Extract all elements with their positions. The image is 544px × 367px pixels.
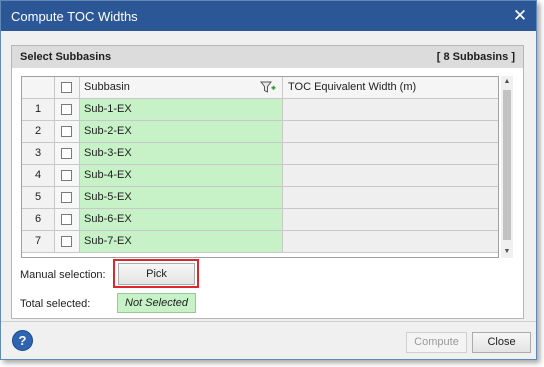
- scrollbar-thumb[interactable]: [503, 90, 511, 240]
- table-row[interactable]: 1 Sub-1-EX: [22, 99, 498, 121]
- row-number: 2: [22, 121, 55, 143]
- row-checkbox-cell: [55, 121, 80, 143]
- compute-button[interactable]: Compute: [406, 332, 467, 353]
- row-number: 6: [22, 209, 55, 231]
- dialog-window: Compute TOC Widths ✕ Select Subbasins [ …: [0, 0, 537, 360]
- subbasin-count: [ 8 Subbasins ]: [436, 51, 515, 63]
- pick-button[interactable]: Pick: [118, 263, 195, 285]
- row-number-header: [22, 77, 55, 99]
- row-checkbox-cell: [55, 143, 80, 165]
- subbasin-name[interactable]: Sub-1-EX: [80, 99, 283, 121]
- footer-divider: [1, 321, 536, 322]
- toc-width-value[interactable]: [283, 121, 498, 143]
- manual-selection-label: Manual selection:: [20, 269, 106, 281]
- table-row[interactable]: 2 Sub-2-EX: [22, 121, 498, 143]
- row-checkbox-cell: [55, 187, 80, 209]
- panel-title: Select Subbasins: [20, 51, 112, 63]
- table-row[interactable]: 3 Sub-3-EX: [22, 143, 498, 165]
- toc-width-value[interactable]: [283, 165, 498, 187]
- row-checkbox-cell: [55, 231, 80, 253]
- grid-scrollbar[interactable]: ▲ ▼: [501, 76, 513, 258]
- subbasin-name[interactable]: Sub-4-EX: [80, 165, 283, 187]
- close-button[interactable]: Close: [472, 332, 531, 353]
- toc-width-value[interactable]: [283, 187, 498, 209]
- row-checkbox[interactable]: [61, 104, 72, 115]
- select-all-cell: [55, 77, 80, 99]
- scroll-up-arrow-icon[interactable]: ▲: [501, 76, 513, 88]
- row-checkbox[interactable]: [61, 236, 72, 247]
- help-icon[interactable]: ?: [12, 330, 33, 351]
- subbasin-name[interactable]: Sub-6-EX: [80, 209, 283, 231]
- row-checkbox[interactable]: [61, 126, 72, 137]
- table-row[interactable]: 5 Sub-5-EX: [22, 187, 498, 209]
- row-checkbox[interactable]: [61, 170, 72, 181]
- toc-width-value[interactable]: [283, 99, 498, 121]
- table-row[interactable]: 6 Sub-6-EX: [22, 209, 498, 231]
- subbasin-name[interactable]: Sub-5-EX: [80, 187, 283, 209]
- subbasin-header-label: Subbasin: [84, 81, 130, 93]
- row-checkbox[interactable]: [61, 148, 72, 159]
- dialog-title: Compute TOC Widths: [11, 9, 138, 24]
- table-row[interactable]: 4 Sub-4-EX: [22, 165, 498, 187]
- row-number: 7: [22, 231, 55, 253]
- row-number: 4: [22, 165, 55, 187]
- row-checkbox-cell: [55, 99, 80, 121]
- row-checkbox-cell: [55, 165, 80, 187]
- row-number: 5: [22, 187, 55, 209]
- toc-width-value[interactable]: [283, 143, 498, 165]
- panel-header: Select Subbasins [ 8 Subbasins ]: [12, 46, 523, 68]
- toc-width-value[interactable]: [283, 231, 498, 253]
- scroll-down-arrow-icon[interactable]: ▼: [501, 246, 513, 258]
- subbasin-column-header[interactable]: Subbasin: [80, 77, 283, 99]
- row-checkbox-cell: [55, 209, 80, 231]
- select-all-checkbox[interactable]: [61, 82, 72, 93]
- close-icon[interactable]: ✕: [510, 6, 530, 26]
- subbasin-name[interactable]: Sub-7-EX: [80, 231, 283, 253]
- row-number: 3: [22, 143, 55, 165]
- toc-width-value[interactable]: [283, 209, 498, 231]
- row-checkbox[interactable]: [61, 214, 72, 225]
- filter-add-icon[interactable]: [260, 81, 276, 94]
- subbasin-grid: Subbasin TOC Equivalent Width (m) 1 Sub-…: [21, 76, 499, 258]
- table-row[interactable]: 7 Sub-7-EX: [22, 231, 498, 253]
- title-bar: Compute TOC Widths ✕: [1, 1, 536, 31]
- selection-status: Not Selected: [117, 293, 196, 313]
- toc-width-column-header[interactable]: TOC Equivalent Width (m): [283, 77, 498, 99]
- row-number: 1: [22, 99, 55, 121]
- total-selected-label: Total selected:: [20, 298, 91, 310]
- row-checkbox[interactable]: [61, 192, 72, 203]
- subbasin-name[interactable]: Sub-3-EX: [80, 143, 283, 165]
- grid-header-row: Subbasin TOC Equivalent Width (m): [22, 77, 498, 99]
- subbasin-name[interactable]: Sub-2-EX: [80, 121, 283, 143]
